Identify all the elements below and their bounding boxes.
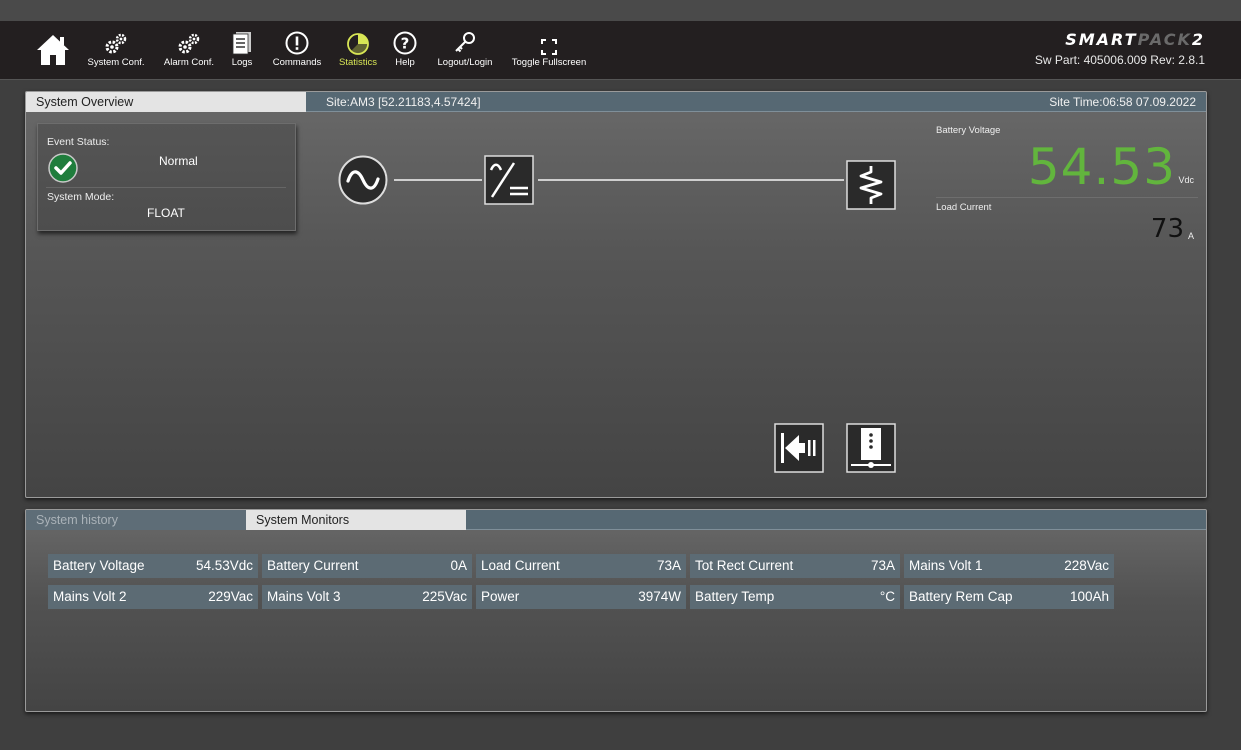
nav-logs[interactable]: Logs — [228, 21, 256, 80]
tab-system-history[interactable]: System history — [26, 510, 246, 530]
top-navbar: System Conf. Alarm Conf. Logs Commands S… — [0, 21, 1241, 80]
monitor-load-current: Load Current 73A — [476, 554, 686, 578]
tab-system-overview[interactable]: System Overview — [26, 92, 306, 112]
nav-system-conf[interactable]: System Conf. — [82, 21, 150, 80]
monitor-battery-voltage: Battery Voltage 54.53Vdc — [48, 554, 258, 578]
status-box: Event Status: Normal System Mode: FLOAT — [37, 123, 296, 231]
monitor-mains-volt-1: Mains Volt 1 228Vac — [904, 554, 1114, 578]
event-status-label: Event Status: — [47, 136, 110, 148]
nav-toggle-fullscreen[interactable]: Toggle Fullscreen — [508, 21, 590, 80]
ac-mains-icon[interactable] — [338, 155, 388, 205]
load-current-value: 73 — [1150, 214, 1184, 244]
battery-voltage-value: 54.53 — [1027, 138, 1176, 196]
nav-statistics[interactable]: Statistics — [334, 21, 382, 80]
monitor-battery-temp: Battery Temp °C — [690, 585, 900, 609]
monitor-battery-current: Battery Current 0A — [262, 554, 472, 578]
nav-help[interactable]: ? Help — [392, 21, 418, 80]
flow-line — [394, 179, 482, 181]
nav-alarm-conf[interactable]: Alarm Conf. — [158, 21, 220, 80]
panel-header: System Overview Site:AM3 [52.21183,4.574… — [26, 92, 1206, 112]
monitor-mains-volt-2: Mains Volt 2 229Vac — [48, 585, 258, 609]
divider — [936, 197, 1198, 198]
nav-label: Commands — [272, 57, 322, 68]
tab-system-monitors[interactable]: System Monitors — [246, 510, 466, 530]
nav-label: Toggle Fullscreen — [511, 57, 587, 68]
nav-label: Logs — [231, 57, 253, 68]
logs-icon — [231, 25, 253, 55]
rectifier-icon[interactable] — [484, 155, 534, 205]
monitor-battery-rem-cap: Battery Rem Cap 100Ah — [904, 585, 1114, 609]
exit-icon[interactable] — [774, 423, 824, 473]
nav-label: Help — [395, 57, 415, 68]
controller-icon[interactable] — [846, 423, 896, 473]
nav-logout-login[interactable]: Logout/Login — [432, 21, 498, 80]
site-location: Site:AM3 [52.21183,4.57424] — [326, 95, 481, 109]
flow-line — [538, 179, 844, 181]
question-icon: ? — [393, 25, 417, 55]
load-icon[interactable] — [846, 160, 896, 210]
nav-label: Alarm Conf. — [163, 57, 215, 68]
nav-label: Logout/Login — [437, 57, 493, 68]
system-monitors-panel: System history System Monitors Battery V… — [25, 509, 1207, 712]
top-strip — [0, 0, 1241, 21]
site-time: Site Time:06:58 07.09.2022 — [1049, 95, 1196, 109]
monitor-mains-volt-3: Mains Volt 3 225Vac — [262, 585, 472, 609]
sw-part: Sw Part: 405006.009 Rev: 2.8.1 — [1034, 53, 1205, 67]
system-overview-panel: System Overview Site:AM3 [52.21183,4.574… — [25, 91, 1207, 498]
system-mode-value: FLOAT — [147, 206, 185, 220]
nav-label: System Conf. — [87, 57, 145, 68]
svg-text:?: ? — [401, 35, 410, 53]
check-circle-icon — [48, 153, 78, 183]
nav-label: Statistics — [338, 57, 377, 68]
home-button[interactable] — [34, 21, 72, 80]
load-current-label: Load Current — [936, 202, 992, 213]
key-icon — [453, 25, 477, 55]
load-current-unit: A — [1187, 231, 1194, 241]
panel-header: System history System Monitors — [26, 510, 1206, 530]
monitor-power: Power 3974W — [476, 585, 686, 609]
divider — [46, 187, 286, 188]
event-status-value: Normal — [159, 154, 198, 168]
battery-voltage-label: Battery Voltage — [936, 125, 1001, 136]
monitor-tot-rect-current: Tot Rect Current 73A — [690, 554, 900, 578]
pie-chart-icon — [346, 25, 370, 55]
system-mode-label: System Mode: — [47, 191, 115, 203]
home-icon — [37, 35, 69, 65]
brand-logo: SMARTPACK2 — [1065, 30, 1205, 49]
gears-icon — [177, 25, 201, 55]
fullscreen-icon — [541, 25, 557, 55]
gears-icon — [104, 25, 128, 55]
exclamation-icon — [285, 25, 309, 55]
nav-commands[interactable]: Commands — [268, 21, 326, 80]
battery-voltage-unit: Vdc — [1178, 175, 1194, 185]
